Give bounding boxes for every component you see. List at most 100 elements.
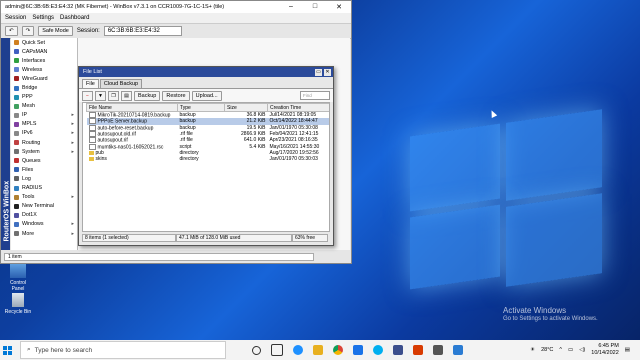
tab-file[interactable]: File [82, 79, 99, 88]
minimize-icon[interactable]: – [279, 3, 303, 11]
sidebar-item-label: PPP [22, 94, 33, 101]
sidebar-item-tools[interactable]: Tools ▸ [11, 193, 77, 202]
filter-icon[interactable]: ▼ [95, 90, 106, 101]
cell-file-name-text: skins [95, 156, 107, 163]
task-view-icon[interactable] [271, 344, 283, 356]
file-list-titlebar[interactable]: File List ▭ ✕ [79, 67, 333, 77]
sidebar-item-ip[interactable]: IP ▸ [11, 111, 77, 120]
column-creation-time[interactable]: Creation Time [267, 103, 329, 112]
queues-icon [14, 158, 19, 164]
app-icon-orange[interactable] [413, 345, 423, 355]
maximize-icon[interactable]: □ [303, 3, 327, 11]
cell-size-text: 21.2 KiB [246, 118, 266, 125]
taskbar-search[interactable]: ⌕ Type here to search [20, 341, 226, 359]
sidebar-item-dot1x[interactable]: Dot1X [11, 211, 77, 220]
close-icon[interactable]: ✕ [327, 3, 351, 11]
paste-icon[interactable]: ▤ [121, 90, 132, 101]
desktop-icon-recycle-bin[interactable]: Recycle Bin [3, 293, 33, 315]
column-file-name[interactable]: File Name [86, 103, 178, 112]
backup-button[interactable]: Backup [134, 90, 161, 101]
temperature[interactable]: 28°C [541, 347, 553, 353]
notifications-icon[interactable]: ▤ [625, 347, 630, 353]
safe-mode-button[interactable]: Safe Mode [38, 26, 73, 36]
tray-chevron-icon[interactable]: ^ [559, 347, 562, 353]
winbox-taskbar-icon[interactable] [393, 345, 403, 355]
sidebar-item-interfaces[interactable]: Interfaces [11, 56, 77, 65]
table-row[interactable]: skins directory Jan/01/1970 05:30:03 [87, 156, 330, 163]
sidebar-item-label: MPLS [22, 121, 37, 128]
taskbar-clock[interactable]: 6:45 PM 10/14/2022 [591, 343, 619, 357]
network-icon[interactable]: ▭ [568, 347, 573, 353]
app-icon-blue[interactable] [453, 345, 463, 355]
sidebar-item-queues[interactable]: Queues [11, 156, 77, 165]
remove-icon[interactable]: − [82, 90, 93, 101]
file-list-title: File List [83, 69, 102, 75]
volume-icon[interactable]: ◁) [579, 347, 585, 353]
sidebar-item-windows[interactable]: Windows ▸ [11, 220, 77, 229]
column-type[interactable]: Type [177, 103, 225, 112]
restore-button[interactable]: Restore [162, 90, 190, 101]
sidebar-item-files[interactable]: Files [11, 165, 77, 174]
menu-dashboard[interactable]: Dashboard [60, 15, 89, 21]
cell-creation-time-text: Jan/01/1970 05:30:03 [269, 156, 318, 163]
sidebar-item-label: Bridge [22, 85, 38, 92]
weather-icon[interactable]: ☀ [530, 347, 535, 353]
sidebar-item-ppp[interactable]: PPP [11, 93, 77, 102]
cortana-icon[interactable] [252, 345, 261, 355]
sidebar-item-label: WireGuard [22, 75, 48, 82]
cell-type-text: .rif file [179, 131, 193, 138]
sidebar-item-label: Routing [22, 139, 41, 146]
sidebar-item-wireguard[interactable]: WireGuard [11, 74, 77, 83]
sidebar-item-log[interactable]: Log [11, 174, 77, 183]
restore-window-icon[interactable]: ▭ [315, 68, 322, 76]
folder-icon [88, 156, 94, 161]
sidebar-item-label: Log [22, 175, 31, 182]
taskbar-apps [252, 344, 463, 356]
sidebar-item-new-terminal[interactable]: New Terminal [11, 202, 77, 211]
menu-session[interactable]: Session [5, 15, 26, 21]
cell-type-text: .rif file [179, 137, 193, 144]
undo-button[interactable]: ↶ [5, 26, 18, 36]
tab-cloud-backup[interactable]: Cloud Backup [99, 79, 143, 88]
sidebar-item-more[interactable]: More ▸ [11, 229, 77, 238]
sidebar-item-radius[interactable]: RADIUS [11, 184, 77, 193]
sidebar-item-system[interactable]: System ▸ [11, 147, 77, 156]
menu-settings[interactable]: Settings [32, 15, 54, 21]
winbox-titlebar[interactable]: admin@6C:3B:6B:E3:E4:32 (MK Fibernet) - … [1, 1, 351, 13]
file-icon [88, 130, 96, 137]
file-explorer-icon[interactable] [313, 345, 323, 355]
dialog-close-icon[interactable]: ✕ [324, 68, 331, 76]
cell-type-text: backup [179, 124, 196, 131]
sidebar-item-mpls[interactable]: MPLS ▸ [11, 120, 77, 129]
chrome-icon[interactable] [333, 345, 343, 355]
sidebar-item-ipv6[interactable]: IPv6 ▸ [11, 129, 77, 138]
sidebar-item-mesh[interactable]: Mesh [11, 102, 77, 111]
cell-type-text: script [179, 143, 192, 150]
start-button[interactable] [0, 340, 14, 360]
desktop-icon-control-panel[interactable]: Control Panel [3, 264, 33, 292]
sidebar-item-routing[interactable]: Routing ▸ [11, 138, 77, 147]
session-field[interactable]: 6C:3B:6B:E3:E4:32 [103, 26, 182, 36]
sidebar-item-label: Files [22, 166, 34, 173]
system-tray: ☀ 28°C ^ ▭ ◁) 6:45 PM 10/14/2022 ▤ [530, 343, 640, 357]
word-icon[interactable] [353, 345, 363, 355]
radius-icon [14, 185, 19, 191]
sidebar-item-bridge[interactable]: Bridge [11, 83, 77, 92]
sidebar-item-capsman[interactable]: CAPsMAN [11, 47, 77, 56]
copy-icon[interactable]: ❐ [108, 90, 119, 101]
app-icon-dark[interactable] [433, 345, 443, 355]
windows-icon [14, 221, 19, 227]
skype-icon[interactable] [373, 345, 383, 355]
upload-button[interactable]: Upload... [191, 90, 222, 101]
sidebar-item-quick-set[interactable]: Quick Set [11, 38, 77, 47]
cell-type: directory [178, 156, 225, 162]
terminal-icon [14, 203, 19, 209]
activate-subtitle: Go to Settings to activate Windows. [503, 316, 598, 322]
sidebar-item-wireless[interactable]: Wireless [11, 65, 77, 74]
find-input[interactable]: Find [300, 91, 330, 100]
cell-type-text: backup [179, 112, 196, 119]
redo-button[interactable]: ↷ [21, 26, 35, 36]
edge-icon[interactable] [293, 345, 303, 355]
column-size[interactable]: Size [224, 103, 268, 112]
table-row[interactable]: MikroTik-20210714-0819.backup backup 36.8 … [87, 112, 330, 119]
